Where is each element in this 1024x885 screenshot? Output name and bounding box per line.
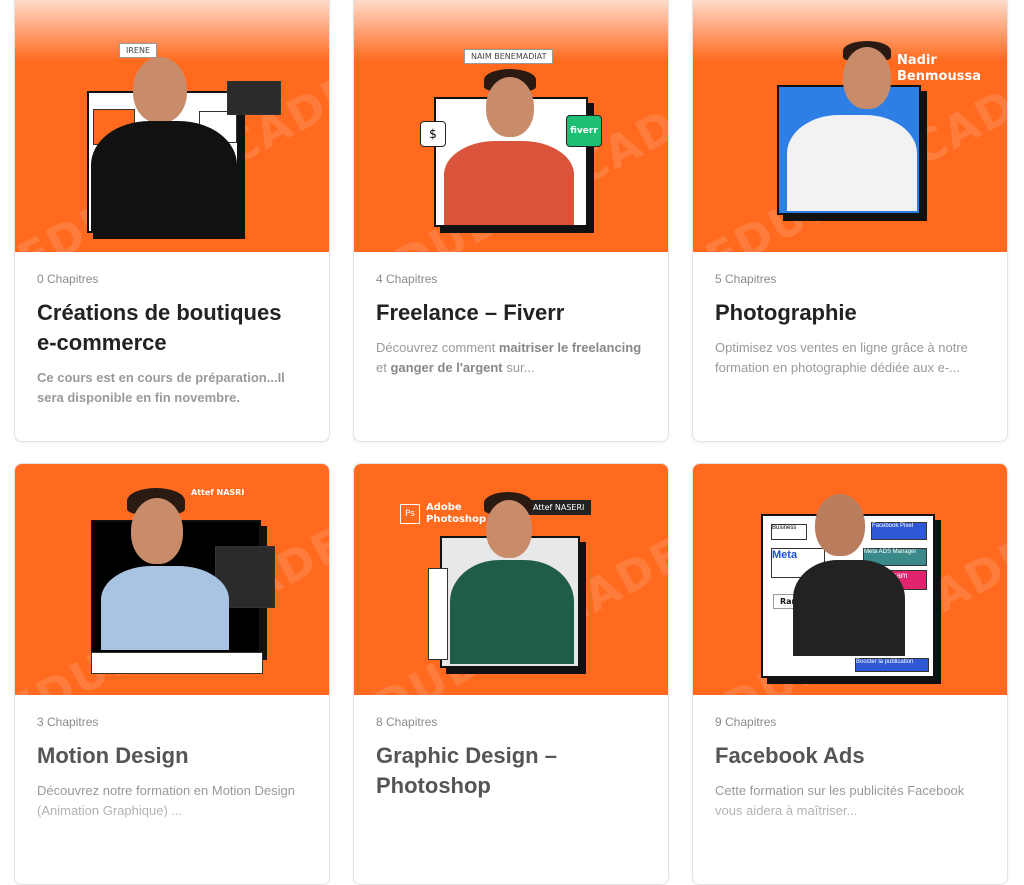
instructor-tag: Attef NASRI <box>191 488 245 497</box>
course-title[interactable]: Facebook Ads <box>715 741 985 771</box>
tools-panel <box>428 568 448 660</box>
chapter-count: 9 Chapitres <box>715 715 777 729</box>
timeline-bar <box>91 652 263 674</box>
pixel-chip: Facebook Pixel <box>871 522 927 540</box>
fiverr-logo: fiverr <box>566 115 602 147</box>
business-chip: Business <box>771 524 807 540</box>
course-description: Cette formation sur les publicités Faceb… <box>715 783 965 818</box>
course-thumbnail: EDUDZ ACADEMY IRENE <box>15 0 329 252</box>
instructor-name: Nadir Benmoussa <box>897 53 981 84</box>
course-title[interactable]: Freelance – Fiverr <box>376 298 646 328</box>
course-description: Ce cours est en cours de préparation...I… <box>37 370 285 405</box>
chapter-count: 0 Chapitres <box>37 272 99 286</box>
course-thumbnail: EDUDZ ACADEMY $ fiverr NAIM BENEMADIAT <box>354 0 668 252</box>
chapter-count: 8 Chapitres <box>376 715 438 729</box>
course-card-motion-design[interactable]: EDUDZ ACADEMY Attef NASRI 3 Chapitres Mo… <box>14 463 330 885</box>
course-description: Découvrez notre formation en Motion Desi… <box>37 783 295 818</box>
course-thumbnail: EDUDZ ACADEMY Business Facebook Pixel Me… <box>693 464 1007 695</box>
dollar-icon: $ <box>420 121 446 147</box>
course-title[interactable]: Motion Design <box>37 741 307 771</box>
course-thumbnail: EDUDZ ACADEMY Nadir Benmoussa <box>693 0 1007 252</box>
code-widget <box>227 81 281 115</box>
course-card-freelance[interactable]: EDUDZ ACADEMY $ fiverr NAIM BENEMADIAT 4… <box>353 0 669 442</box>
course-grid: EDUDZ ACADEMY IRENE 0 Chapitres Création… <box>0 0 1024 885</box>
course-thumbnail: EDUDZ ACADEMY Attef NASRI <box>15 464 329 695</box>
course-thumbnail: EDUDZ ACADEMY Ps Adobe Photoshop Attef N… <box>354 464 668 695</box>
photoshop-icon: Ps <box>400 504 420 524</box>
course-card-facebook-ads[interactable]: EDUDZ ACADEMY Business Facebook Pixel Me… <box>692 463 1008 885</box>
course-card-graphic-design[interactable]: EDUDZ ACADEMY Ps Adobe Photoshop Attef N… <box>353 463 669 885</box>
instructor-tag: NAIM BENEMADIAT <box>464 49 554 64</box>
instructor-tag: IRENE <box>119 43 158 58</box>
chapter-count: 4 Chapitres <box>376 272 438 286</box>
course-title[interactable]: Graphic Design – Photoshop <box>376 741 646 801</box>
course-description: Découvrez comment maitriser le freelanci… <box>376 340 642 375</box>
chapter-count: 3 Chapitres <box>37 715 99 729</box>
course-card-photographie[interactable]: EDUDZ ACADEMY Nadir Benmoussa 5 Chapitre… <box>692 0 1008 442</box>
course-title[interactable]: Photographie <box>715 298 985 328</box>
instructor-tag: Attef NASERI <box>526 500 592 515</box>
chapter-count: 5 Chapitres <box>715 272 777 286</box>
course-card-ecommerce[interactable]: EDUDZ ACADEMY IRENE 0 Chapitres Création… <box>14 0 330 442</box>
course-title[interactable]: Créations de boutiques e-commerce <box>37 298 307 358</box>
app-label: Adobe Photoshop <box>426 502 487 525</box>
course-description: Optimisez vos ventes en ligne grâce à no… <box>715 340 968 375</box>
boost-button[interactable]: Booster la publication <box>855 658 929 672</box>
